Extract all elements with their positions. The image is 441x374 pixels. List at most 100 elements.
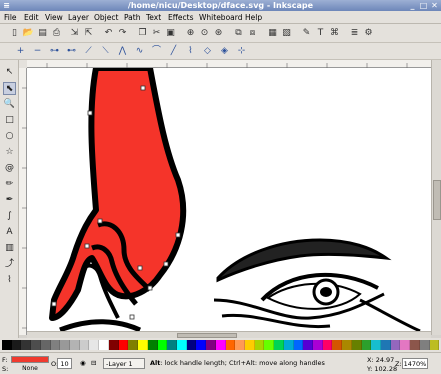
stroke-indicator[interactable]: None: [11, 365, 49, 372]
zoom-drawing-icon[interactable]: ⊙: [198, 27, 211, 40]
line-segment-icon[interactable]: ╱: [167, 45, 180, 58]
palette-swatch[interactable]: [89, 340, 100, 350]
palette-swatch[interactable]: [225, 340, 236, 350]
palette-swatch[interactable]: [429, 340, 440, 350]
dropper-tool-icon[interactable]: ⌇: [3, 274, 16, 287]
join-segment-icon[interactable]: ⟋: [82, 45, 95, 58]
duplicate-icon[interactable]: ⧉: [232, 27, 245, 40]
palette-swatch[interactable]: [79, 340, 90, 350]
selector-tool-icon[interactable]: ↖: [3, 66, 16, 79]
horizontal-ruler[interactable]: [27, 60, 431, 68]
palette-swatch[interactable]: [410, 340, 420, 350]
vertical-scroll-thumb[interactable]: [433, 180, 441, 220]
undo-icon[interactable]: ↶: [102, 27, 115, 40]
palette-swatch[interactable]: [31, 340, 41, 350]
menu-file[interactable]: File: [4, 11, 17, 24]
palette-swatch[interactable]: [332, 340, 343, 350]
layer-lock-icon[interactable]: ⊟: [91, 359, 96, 367]
stroke-to-path-icon[interactable]: ◈: [218, 45, 231, 58]
palette-swatch[interactable]: [108, 340, 119, 350]
close-icon[interactable]: ✕: [430, 1, 439, 10]
palette-swatch[interactable]: [390, 340, 401, 350]
import-icon[interactable]: ⇲: [68, 27, 81, 40]
insert-node-icon[interactable]: +: [14, 45, 27, 58]
ellipse-tool-icon[interactable]: ○: [3, 130, 16, 143]
redo-icon[interactable]: ↷: [116, 27, 129, 40]
zoom-tool-icon[interactable]: 🔍: [3, 98, 16, 111]
text-tool-icon[interactable]: A: [3, 226, 16, 239]
maximize-icon[interactable]: □: [419, 1, 428, 10]
palette-swatch[interactable]: [293, 340, 304, 350]
palette-swatch[interactable]: [128, 340, 139, 350]
show-handles-icon[interactable]: ⊹: [235, 45, 248, 58]
layer-selector[interactable]: -Layer 1: [103, 358, 145, 369]
fill-stroke-icon[interactable]: ✎: [300, 27, 313, 40]
align-icon[interactable]: ≣: [348, 27, 361, 40]
palette-swatch[interactable]: [118, 340, 129, 350]
menu-edit[interactable]: Edit: [24, 11, 39, 24]
palette-swatch[interactable]: [157, 340, 168, 350]
export-icon[interactable]: ⇱: [82, 27, 95, 40]
palette-swatch[interactable]: [60, 340, 71, 350]
palette-swatch[interactable]: [351, 340, 362, 350]
menu-path[interactable]: Path: [124, 11, 140, 24]
horizontal-scrollbar[interactable]: [27, 331, 431, 338]
xml-editor-icon[interactable]: ⌘: [328, 27, 341, 40]
group-icon[interactable]: ▦: [266, 27, 279, 40]
open-icon[interactable]: 📂: [22, 27, 35, 40]
make-cusp-icon[interactable]: ⋀: [116, 45, 129, 58]
ungroup-icon[interactable]: ▧: [280, 27, 293, 40]
palette-swatch[interactable]: [371, 340, 382, 350]
palette-swatch[interactable]: [322, 340, 333, 350]
palette-swatch[interactable]: [176, 340, 187, 350]
preferences-icon[interactable]: ⚙: [362, 27, 375, 40]
clone-icon[interactable]: ⧈: [246, 27, 259, 40]
palette-swatch[interactable]: [235, 340, 245, 350]
pencil-tool-icon[interactable]: ✏: [3, 178, 16, 191]
cut-icon[interactable]: ✂: [150, 27, 163, 40]
palette-swatch[interactable]: [70, 340, 80, 350]
text-font-icon[interactable]: T: [314, 27, 327, 40]
print-icon[interactable]: ⎙: [50, 27, 63, 40]
zoom-selection-icon[interactable]: ⊕: [184, 27, 197, 40]
save-icon[interactable]: ▤: [36, 27, 49, 40]
palette-swatch[interactable]: [274, 340, 284, 350]
menu-whiteboard[interactable]: Whiteboard: [199, 11, 242, 24]
join-nodes-icon[interactable]: ⊶: [48, 45, 61, 58]
menu-view[interactable]: View: [45, 11, 63, 24]
palette-swatch[interactable]: [138, 340, 148, 350]
fill-indicator[interactable]: [11, 356, 49, 363]
palette-swatch[interactable]: [21, 340, 32, 350]
connector-tool-icon[interactable]: ⤴: [3, 258, 16, 271]
rectangle-tool-icon[interactable]: □: [3, 114, 16, 127]
paste-icon[interactable]: ▣: [164, 27, 177, 40]
palette-swatch[interactable]: [342, 340, 352, 350]
menu-effects[interactable]: Effects: [168, 11, 194, 24]
menu-object[interactable]: Object: [94, 11, 118, 24]
palette-swatch[interactable]: [186, 340, 197, 350]
vertical-ruler[interactable]: [19, 68, 27, 335]
palette-swatch[interactable]: [313, 340, 323, 350]
menu-layer[interactable]: Layer: [68, 11, 89, 24]
palette-swatch[interactable]: [99, 340, 109, 350]
palette-swatch[interactable]: [303, 340, 313, 350]
delete-segment-icon[interactable]: ⟍: [99, 45, 112, 58]
menu-text[interactable]: Text: [146, 11, 161, 24]
palette-swatch[interactable]: [264, 340, 275, 350]
palette-swatch[interactable]: [283, 340, 294, 350]
object-to-path-icon[interactable]: ◇: [201, 45, 214, 58]
palette-swatch[interactable]: [206, 340, 216, 350]
delete-node-icon[interactable]: −: [31, 45, 44, 58]
palette-swatch[interactable]: [244, 340, 255, 350]
palette-swatch[interactable]: [196, 340, 207, 350]
break-path-icon[interactable]: ⊷: [65, 45, 78, 58]
palette-swatch[interactable]: [50, 340, 61, 350]
make-symmetric-icon[interactable]: ⌒: [150, 45, 163, 58]
palette-swatch[interactable]: [2, 340, 12, 350]
copy-icon[interactable]: ❐: [136, 27, 149, 40]
layer-visibility-icon[interactable]: ◉: [80, 359, 86, 367]
curve-segment-icon[interactable]: ⌇: [184, 45, 197, 58]
pen-tool-icon[interactable]: ✒: [3, 194, 16, 207]
palette-swatch[interactable]: [215, 340, 226, 350]
spiral-tool-icon[interactable]: @: [3, 162, 16, 175]
